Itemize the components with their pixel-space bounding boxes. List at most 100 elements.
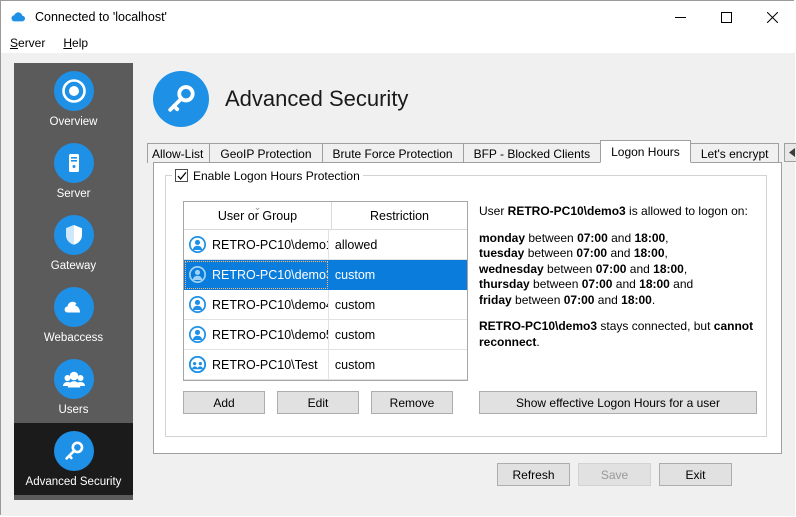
exit-button[interactable]: Exit bbox=[659, 463, 732, 486]
sidebar: Overview Server Gateway Webaccess Users … bbox=[14, 63, 133, 500]
caption-buttons bbox=[657, 1, 795, 33]
remove-button[interactable]: Remove bbox=[371, 391, 453, 414]
server-tower-icon bbox=[53, 142, 94, 183]
table-cell-restriction: custom bbox=[334, 357, 376, 372]
tab-bfp-blocked-clients[interactable]: BFP - Blocked Clients bbox=[462, 143, 602, 163]
schedule-mid: between bbox=[511, 292, 564, 307]
body-area: Overview Server Gateway Webaccess Users … bbox=[1, 53, 796, 516]
schedule-tail: , bbox=[665, 230, 669, 245]
schedule-to: 18:00 bbox=[653, 261, 684, 276]
schedule-mid: between bbox=[529, 277, 582, 291]
tab-logon-hours[interactable]: Logon Hours bbox=[600, 140, 691, 163]
maximize-button[interactable] bbox=[703, 1, 749, 33]
table-header: ⌄ User or Group Restriction bbox=[184, 202, 467, 230]
page-header: Advanced Security bbox=[145, 63, 408, 135]
description-footer: RETRO-PC10\demo3 stays connected, but ca… bbox=[479, 319, 757, 350]
add-button[interactable]: Add bbox=[183, 391, 265, 414]
schedule-and: and bbox=[607, 230, 635, 245]
schedule-from: 07:00 bbox=[577, 230, 608, 245]
schedule-mid: between bbox=[524, 246, 577, 260]
tab-scroll-buttons bbox=[784, 143, 796, 162]
schedule-line: monday between 07:00 and 18:00, bbox=[479, 231, 757, 247]
schedule-from: 07:00 bbox=[576, 246, 608, 260]
sidebar-item-webaccess[interactable]: Webaccess bbox=[14, 279, 133, 351]
show-effective-logon-hours-button[interactable]: Show effective Logon Hours for a user bbox=[479, 391, 757, 414]
user-icon bbox=[188, 235, 207, 254]
sidebar-item-label: Users bbox=[58, 403, 89, 416]
sidebar-item-label: Webaccess bbox=[43, 331, 104, 344]
sidebar-item-gateway[interactable]: Gateway bbox=[14, 207, 133, 279]
cloud-icon bbox=[53, 286, 94, 327]
sidebar-item-users[interactable]: Users bbox=[14, 351, 133, 423]
checkbox-box bbox=[175, 169, 188, 182]
overview-circle-icon bbox=[53, 70, 94, 111]
schedule-day: tuesday bbox=[479, 246, 525, 260]
key-icon bbox=[53, 430, 94, 471]
column-header-restriction[interactable]: Restriction bbox=[332, 202, 467, 229]
tab-geoip-protection[interactable]: GeoIP Protection bbox=[209, 143, 323, 163]
shield-icon bbox=[53, 214, 94, 255]
sidebar-item-label: Gateway bbox=[50, 259, 97, 272]
tab-allow-list[interactable]: Allow-List bbox=[147, 143, 211, 163]
table-row[interactable]: RETRO-PC10\Test custom bbox=[184, 349, 467, 380]
column-header-user-or-group[interactable]: ⌄ User or Group bbox=[184, 202, 332, 229]
table-row[interactable]: RETRO-PC10\demo5 custom bbox=[184, 319, 467, 350]
table-cell-user: RETRO-PC10\demo3 bbox=[184, 260, 329, 290]
table-row[interactable]: RETRO-PC10\demo3 custom bbox=[184, 260, 467, 290]
refresh-button[interactable]: Refresh bbox=[497, 463, 570, 486]
tab-brute-force-protection[interactable]: Brute Force Protection bbox=[321, 143, 464, 163]
description-intro-user: RETRO-PC10\demo3 bbox=[507, 204, 626, 218]
table-cell-user-text: RETRO-PC10\demo3 bbox=[212, 267, 329, 282]
description-intro-suffix: is allowed to logon on: bbox=[625, 204, 748, 218]
save-button[interactable]: Save bbox=[578, 463, 651, 486]
schedule-line: thursday between 07:00 and 18:00 and bbox=[479, 277, 757, 293]
sort-chevron-icon: ⌄ bbox=[253, 202, 262, 212]
minimize-button[interactable] bbox=[657, 1, 703, 33]
user-icon bbox=[188, 325, 207, 344]
page-title: Advanced Security bbox=[225, 86, 409, 111]
description-footer-mid: stays connected, but bbox=[597, 319, 714, 333]
table-cell-user: RETRO-PC10\demo5 bbox=[184, 319, 329, 350]
table-row[interactable]: RETRO-PC10\demo1 allowed bbox=[184, 229, 467, 260]
sidebar-item-overview[interactable]: Overview bbox=[14, 63, 133, 135]
user-icon bbox=[188, 295, 207, 314]
sidebar-item-label: Server bbox=[56, 187, 91, 200]
schedule-from: 07:00 bbox=[595, 261, 627, 276]
tab-panel-logon-hours: Enable Logon Hours Protection ⌄ User or … bbox=[153, 162, 782, 454]
enable-logon-hours-checkbox[interactable]: Enable Logon Hours Protection bbox=[172, 168, 363, 183]
schedule-day: thursday bbox=[479, 277, 530, 291]
tab-scroll-left-icon[interactable] bbox=[784, 143, 796, 162]
description-intro: User RETRO-PC10\demo3 is allowed to logo… bbox=[479, 204, 757, 220]
sidebar-item-server[interactable]: Server bbox=[14, 135, 133, 207]
schedule-day: monday bbox=[479, 230, 526, 245]
table-action-buttons: Add Edit Remove bbox=[183, 391, 465, 414]
app-window: Connected to 'localhost' Server Help Ove… bbox=[0, 0, 796, 516]
schedule-and: and bbox=[612, 277, 640, 291]
title-bar: Connected to 'localhost' bbox=[1, 1, 795, 33]
users-icon bbox=[53, 358, 94, 399]
table-cell-user: RETRO-PC10\Test bbox=[184, 349, 329, 380]
table-cell-restriction: custom bbox=[334, 327, 376, 342]
tab-lets-encrypt[interactable]: Let's encrypt bbox=[689, 143, 780, 163]
schedule-tail: , bbox=[683, 261, 688, 276]
logon-hours-groupbox: Enable Logon Hours Protection ⌄ User or … bbox=[165, 168, 767, 437]
menu-item-help[interactable]: Help bbox=[61, 35, 96, 51]
key-icon bbox=[153, 71, 209, 127]
schedule-mid: between bbox=[543, 261, 596, 276]
schedule-from: 07:00 bbox=[563, 292, 595, 307]
close-button[interactable] bbox=[749, 1, 795, 33]
table-cell-user-text: RETRO-PC10\demo4 bbox=[212, 297, 329, 312]
sidebar-item-label: Advanced Security bbox=[25, 475, 122, 488]
table-row[interactable]: RETRO-PC10\demo4 custom bbox=[184, 289, 467, 320]
content-area: Advanced Security Allow-List GeoIP Prote… bbox=[145, 63, 796, 500]
schedule-day: friday bbox=[479, 292, 512, 307]
menu-item-server[interactable]: Server bbox=[8, 35, 53, 51]
sidebar-item-advanced-security[interactable]: Advanced Security bbox=[14, 423, 133, 495]
edit-button[interactable]: Edit bbox=[277, 391, 359, 414]
table-cell-user-text: RETRO-PC10\demo5 bbox=[212, 327, 329, 342]
table-cell-restriction: custom bbox=[334, 267, 376, 282]
column-header-label: Restriction bbox=[369, 208, 430, 223]
table-cell-user-text: RETRO-PC10\Test bbox=[212, 357, 318, 372]
menu-bar: Server Help bbox=[1, 33, 795, 53]
